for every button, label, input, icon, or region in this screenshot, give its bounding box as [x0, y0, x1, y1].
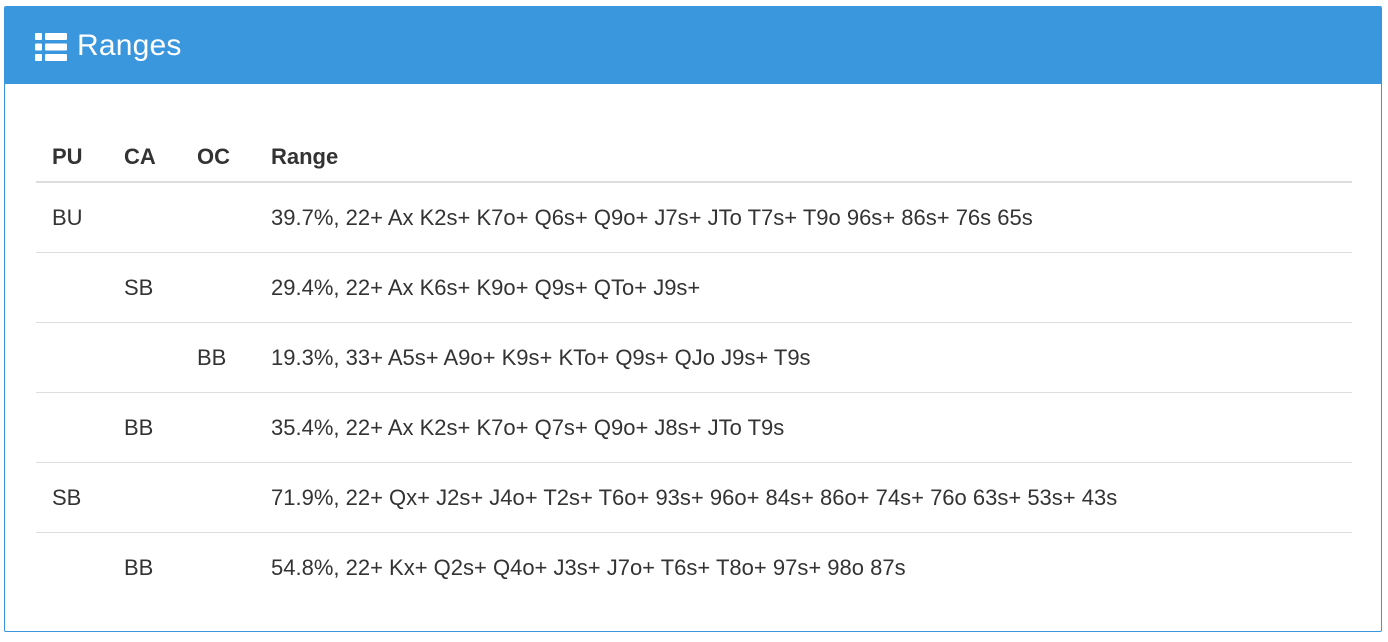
list-icon [35, 32, 67, 61]
table-row: BB 19.3%, 33+ A5s+ A9o+ K9s+ KTo+ Q9s+ Q… [36, 322, 1352, 393]
table-header-row: PU CA OC Range [36, 133, 1352, 183]
cell-pu [36, 533, 108, 603]
cell-ca: SB [108, 252, 181, 323]
cell-oc [181, 392, 255, 463]
cell-pu [36, 322, 108, 393]
header-ca: CA [108, 133, 181, 183]
cell-ca [108, 462, 181, 533]
table-row: SB 71.9%, 22+ Qx+ J2s+ J4o+ T2s+ T6o+ 93… [36, 462, 1352, 533]
header-pu: PU [36, 133, 108, 183]
panel-heading: Ranges [5, 7, 1381, 84]
cell-ca: BB [124, 554, 154, 580]
cell-oc [181, 252, 255, 323]
table-row: BU 39.7%, 22+ Ax K2s+ K7o+ Q6s+ Q9o+ J7s… [36, 182, 1352, 253]
cell-range: 54.8%, 22+ Kx+ Q2s+ Q4o+ J3s+ J7o+ T6s+ … [271, 554, 906, 580]
cell-oc [181, 462, 255, 533]
table-row: BB 35.4%, 22+ Ax K2s+ K7o+ Q7s+ Q9o+ J8s… [36, 392, 1352, 463]
cell-ca: BB [108, 392, 181, 463]
cell-pu [36, 252, 108, 323]
cell-ca [108, 322, 181, 393]
header-oc: OC [181, 133, 255, 183]
panel-title: Ranges [77, 28, 182, 62]
header-range: Range [255, 133, 1352, 183]
cell-oc [181, 182, 255, 253]
cell-pu: SB [36, 462, 108, 533]
cell-ca [108, 182, 181, 253]
cell-oc: BB [181, 322, 255, 393]
table-row: BB 54.8%, 22+ Kx+ Q2s+ Q4o+ J3s+ J7o+ T6… [36, 533, 1352, 603]
table-row: SB 29.4%, 22+ Ax K6s+ K9o+ Q9s+ QTo+ J9s… [36, 252, 1352, 323]
cell-range: 19.3%, 33+ A5s+ A9o+ K9s+ KTo+ Q9s+ QJo … [255, 322, 1352, 393]
cell-range: 39.7%, 22+ Ax K2s+ K7o+ Q6s+ Q9o+ J7s+ J… [255, 182, 1352, 253]
cell-pu [36, 392, 108, 463]
ranges-table: PU CA OC Range BU 39.7%, 22+ Ax K2s+ K7o… [36, 133, 1352, 602]
ranges-panel: Ranges PU CA OC Range BU 39.7%, 22+ Ax K… [4, 6, 1382, 632]
cell-range: 29.4%, 22+ Ax K6s+ K9o+ Q9s+ QTo+ J9s+ [255, 252, 1352, 323]
cell-range: 35.4%, 22+ Ax K2s+ K7o+ Q7s+ Q9o+ J8s+ J… [255, 392, 1352, 463]
cell-oc [181, 533, 255, 603]
cell-pu: BU [36, 182, 108, 253]
cell-range: 71.9%, 22+ Qx+ J2s+ J4o+ T2s+ T6o+ 93s+ … [255, 462, 1352, 533]
